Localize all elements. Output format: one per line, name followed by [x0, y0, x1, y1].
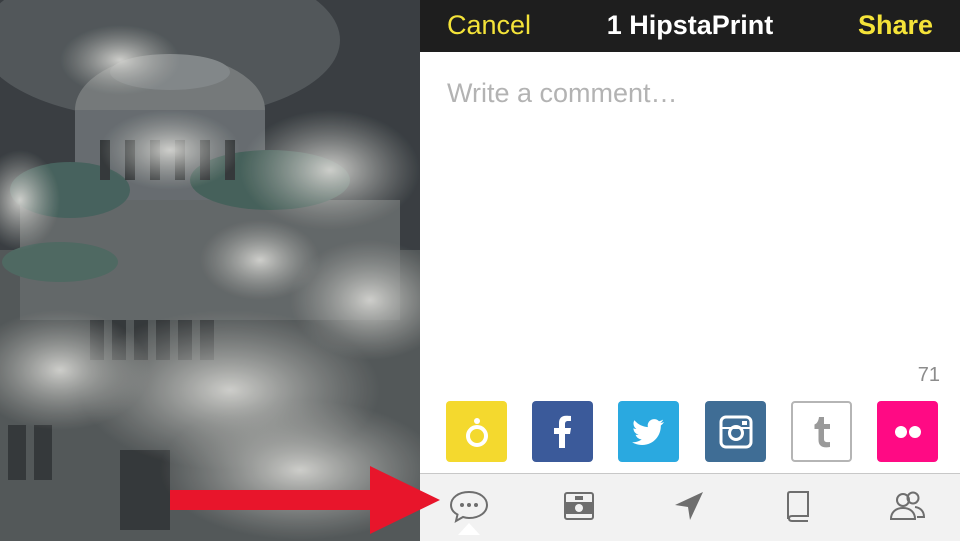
facebook-button[interactable] — [532, 401, 593, 462]
book-icon — [787, 491, 809, 522]
facebook-icon — [553, 415, 571, 448]
share-button[interactable]: Share — [858, 10, 933, 41]
tab-location[interactable] — [667, 486, 711, 526]
tab-book[interactable] — [776, 486, 820, 526]
selected-tab-indicator — [458, 523, 480, 535]
people-icon — [889, 491, 926, 520]
tab-bar — [420, 473, 960, 541]
hipstamatic-button[interactable] — [446, 401, 507, 462]
character-count: 71 — [917, 364, 940, 386]
tab-comment[interactable] — [447, 486, 491, 526]
photo-frame-icon — [564, 492, 594, 520]
twitter-button[interactable] — [618, 401, 679, 462]
tumblr-button[interactable] — [791, 401, 852, 462]
flickr-button[interactable] — [877, 401, 938, 462]
share-panel: Cancel 1 HipstaPrint Share 71 — [420, 0, 960, 541]
twitter-icon — [631, 418, 664, 445]
cathedral-image — [0, 0, 420, 541]
location-arrow-icon — [675, 492, 703, 520]
tab-photo[interactable] — [557, 486, 601, 526]
comment-input[interactable] — [445, 76, 939, 340]
photo-preview — [0, 0, 420, 541]
navigation-bar: Cancel 1 HipstaPrint Share — [420, 0, 960, 52]
hipstamatic-icon — [465, 417, 488, 447]
speech-bubble-icon — [449, 490, 489, 524]
annotation-arrow-icon — [170, 466, 440, 534]
instagram-button[interactable] — [705, 401, 766, 462]
tumblr-icon — [814, 416, 830, 447]
tab-people[interactable] — [886, 486, 930, 526]
flickr-icon — [894, 425, 921, 438]
instagram-icon — [719, 415, 752, 448]
